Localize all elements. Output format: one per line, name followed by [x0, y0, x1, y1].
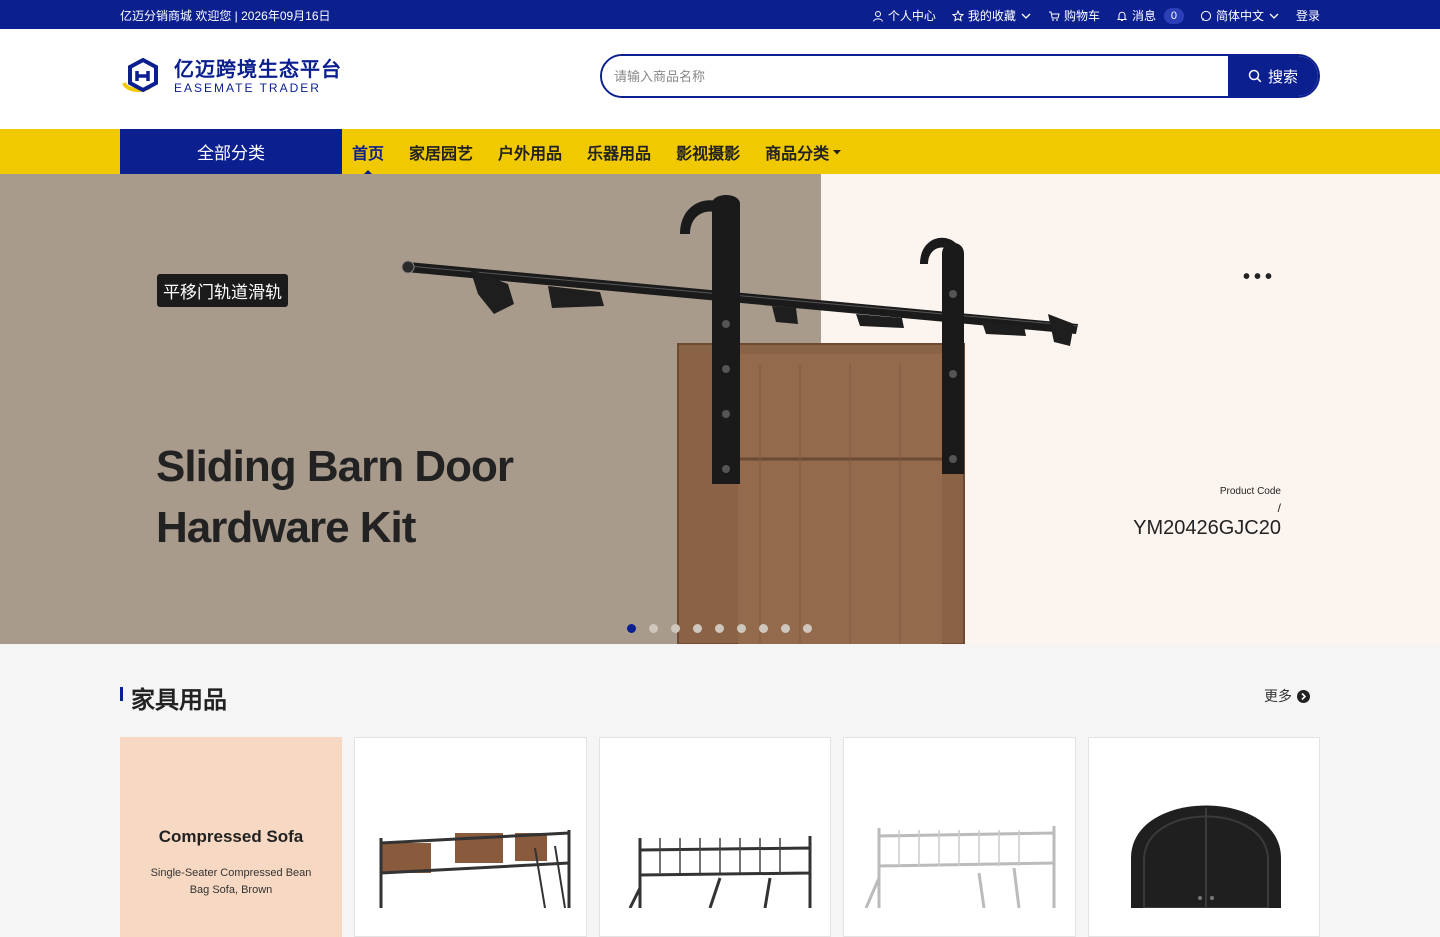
cart-link[interactable]: 购物车	[1048, 7, 1100, 24]
nav-items: 首页 家居园艺 户外用品 乐器用品 影视摄影 商品分类	[352, 129, 842, 174]
logo-english-text: EASEMATE TRADER	[174, 81, 321, 95]
product-code-label: Product Code	[1219, 486, 1281, 497]
nav-item-home[interactable]: 首页	[352, 129, 384, 174]
nav-item-instruments[interactable]: 乐器用品	[587, 129, 651, 174]
search-button[interactable]: 搜索	[1228, 56, 1318, 96]
caret-down-icon	[833, 149, 842, 154]
carousel-dot[interactable]	[737, 624, 746, 633]
product-card[interactable]	[843, 737, 1076, 937]
header: 亿迈跨境生态平台 EASEMATE TRADER 搜索	[0, 29, 1440, 129]
carousel-pagination	[627, 624, 812, 633]
welcome-text: 亿迈分销商城 欢迎您 | 2026年09月16日	[120, 9, 331, 23]
carousel-dot[interactable]	[759, 624, 768, 633]
search-bar: 搜索	[600, 54, 1320, 98]
product-code-block: Product Code / YM20426GJC20	[1133, 486, 1281, 540]
product-card-row: Compressed Sofa Single-Seater Compressed…	[120, 737, 1320, 937]
carousel-dot[interactable]	[715, 624, 724, 633]
top-bar: 亿迈分销商城 欢迎您 | 2026年09月16日 个人中心 我的收藏 购物车 消…	[0, 0, 1440, 29]
personal-center-label: 个人中心	[887, 9, 936, 23]
user-icon	[872, 10, 883, 22]
carousel-dot[interactable]	[627, 624, 636, 633]
search-button-label: 搜索	[1267, 68, 1298, 86]
section-title: 家具用品	[131, 687, 227, 714]
banner-tag: 平移门轨道滑轨	[157, 274, 288, 307]
top-links: 个人中心 我的收藏 购物车 消息 0 简体中文 登录	[872, 7, 1320, 24]
bunk-bed-wood-image	[379, 830, 571, 909]
product-card[interactable]	[354, 737, 587, 937]
chevron-down-icon	[1269, 13, 1279, 19]
product-code-slash: /	[1277, 501, 1281, 515]
chevron-down-icon	[1021, 13, 1031, 19]
favorites-label: 我的收藏	[967, 9, 1016, 23]
product-card[interactable]	[1088, 737, 1320, 937]
all-categories-button[interactable]: 全部分类	[120, 129, 342, 174]
arched-cabinet-image	[1131, 805, 1281, 909]
nav-item-categories-label: 商品分类	[765, 145, 830, 163]
search-input[interactable]	[602, 56, 1228, 96]
logo-mark-icon	[122, 57, 158, 93]
carousel-dot[interactable]	[671, 624, 680, 633]
banner-decoration-dots: •••	[1243, 266, 1277, 288]
nav-item-outdoor[interactable]: 户外用品	[498, 129, 562, 174]
featured-category-card[interactable]: Compressed Sofa Single-Seater Compressed…	[120, 737, 342, 937]
nav-item-photography[interactable]: 影视摄影	[676, 129, 740, 174]
carousel-dot[interactable]	[649, 624, 658, 633]
nav-item-home-garden[interactable]: 家居园艺	[409, 129, 473, 174]
messages-link[interactable]: 消息 0	[1116, 7, 1184, 24]
banner-title-line1: Sliding Barn Door	[156, 442, 514, 491]
more-label: 更多	[1264, 688, 1292, 704]
banner-title: Sliding Barn Door Hardware Kit	[156, 436, 514, 558]
main-nav: 全部分类 首页 家居园艺 户外用品 乐器用品 影视摄影 商品分类	[0, 129, 1440, 174]
cart-icon	[1048, 11, 1060, 21]
bunk-bed-white-image	[864, 826, 1056, 909]
personal-center-link[interactable]: 个人中心	[872, 7, 936, 24]
carousel-dot[interactable]	[693, 624, 702, 633]
carousel-dot[interactable]	[781, 624, 790, 633]
featured-card-title: Compressed Sofa	[158, 827, 304, 846]
chat-icon	[1200, 10, 1212, 21]
site-logo[interactable]: 亿迈跨境生态平台 EASEMATE TRADER	[120, 57, 342, 97]
banner-title-line2: Hardware Kit	[156, 503, 416, 552]
arrow-right-circle-icon	[1297, 689, 1310, 703]
barn-door-product-image	[401, 195, 1079, 644]
featured-card-subtitle: Single-Seater Compressed Bean Bag Sofa, …	[150, 867, 312, 896]
nav-item-categories[interactable]: 商品分类	[765, 129, 842, 174]
messages-label: 消息	[1131, 9, 1156, 23]
section-title-accent	[120, 687, 123, 701]
message-count-badge: 0	[1163, 7, 1184, 24]
login-link[interactable]: 登录	[1296, 7, 1320, 24]
bunk-bed-black-image	[628, 836, 812, 909]
product-code-value: YM20426GJC20	[1133, 517, 1281, 539]
login-label: 登录	[1295, 9, 1320, 23]
star-icon	[951, 9, 964, 22]
product-card[interactable]	[599, 737, 831, 937]
furniture-section-header: 家具用品 更多	[120, 678, 1320, 714]
language-selector[interactable]: 简体中文	[1200, 7, 1280, 24]
favorites-link[interactable]: 我的收藏	[951, 7, 1032, 24]
language-label: 简体中文	[1215, 9, 1264, 23]
more-link[interactable]: 更多	[1264, 686, 1310, 706]
bell-icon	[1116, 11, 1128, 21]
hero-banner[interactable]: 平移门轨道滑轨 Sliding Barn Door Hardware Kit •…	[0, 174, 1440, 644]
search-icon	[1248, 69, 1262, 83]
carousel-dot[interactable]	[803, 624, 812, 633]
cart-label: 购物车	[1063, 9, 1100, 23]
logo-chinese-text: 亿迈跨境生态平台	[174, 59, 342, 81]
